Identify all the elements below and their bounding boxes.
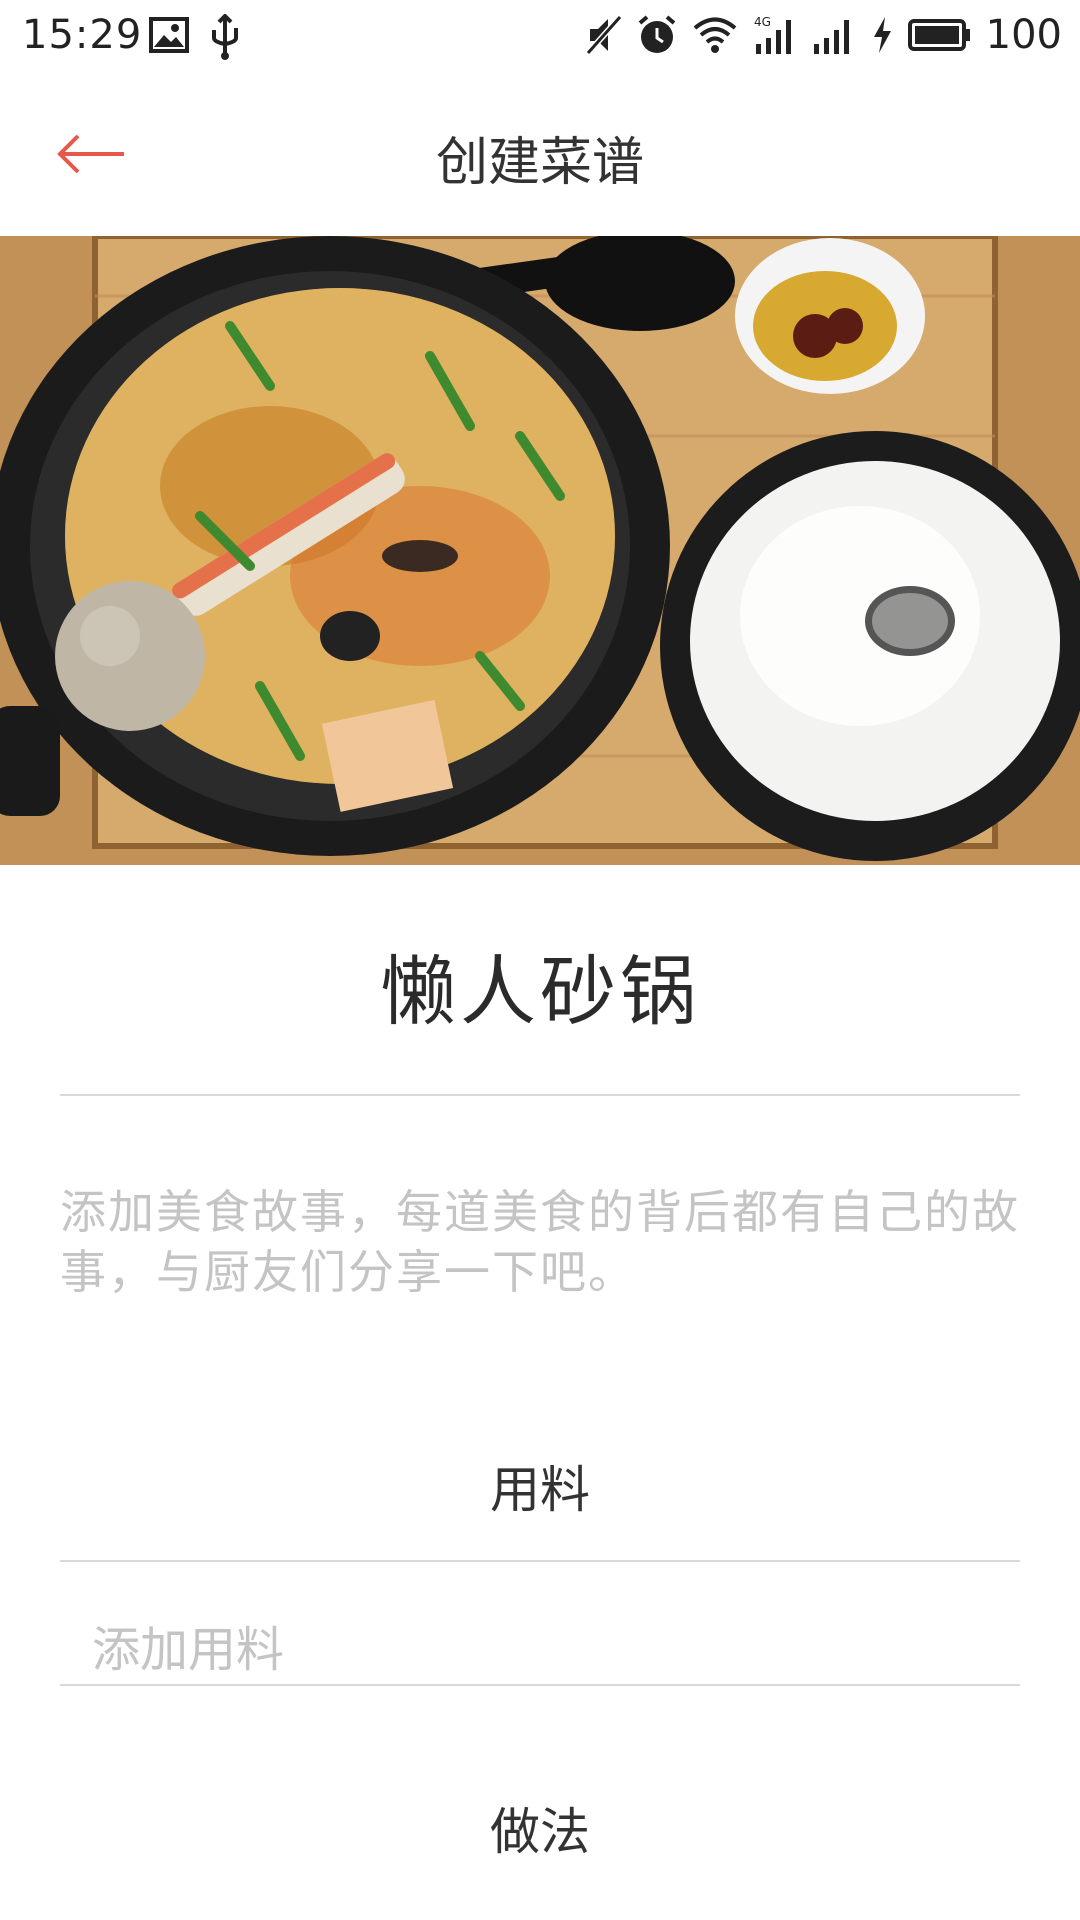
battery-icon <box>907 17 972 53</box>
app-bar: 创建菜谱 <box>0 74 1080 234</box>
story-input[interactable]: 添加美食故事，每道美食的背后都有自己的故事，与厨友们分享一下吧。 <box>60 1182 1020 1302</box>
add-ingredient-input[interactable]: 添加用料 <box>92 1610 284 1680</box>
4g-signal-icon: 4G <box>752 14 798 56</box>
mute-icon <box>585 15 622 55</box>
charging-icon <box>870 15 894 55</box>
method-title: 做法 <box>490 1803 590 1861</box>
battery-level: 100 <box>985 12 1062 58</box>
ingredients-title: 用料 <box>490 1461 590 1519</box>
alarm-icon <box>636 14 678 56</box>
image-icon <box>148 14 190 60</box>
status-time: 15:29 <box>22 12 143 58</box>
divider <box>60 1684 1020 1686</box>
divider <box>60 1094 1020 1096</box>
page-title: 创建菜谱 <box>435 133 644 193</box>
cover-photo[interactable] <box>0 236 1080 865</box>
recipe-name-field[interactable]: 懒人砂锅 <box>60 930 1020 1040</box>
signal-icon <box>812 14 856 56</box>
wifi-icon <box>692 15 738 55</box>
usb-icon <box>208 14 242 60</box>
divider <box>60 1560 1020 1562</box>
status-bar: 15:29 4G 100 <box>0 0 1080 74</box>
svg-text:4G: 4G <box>754 15 771 29</box>
